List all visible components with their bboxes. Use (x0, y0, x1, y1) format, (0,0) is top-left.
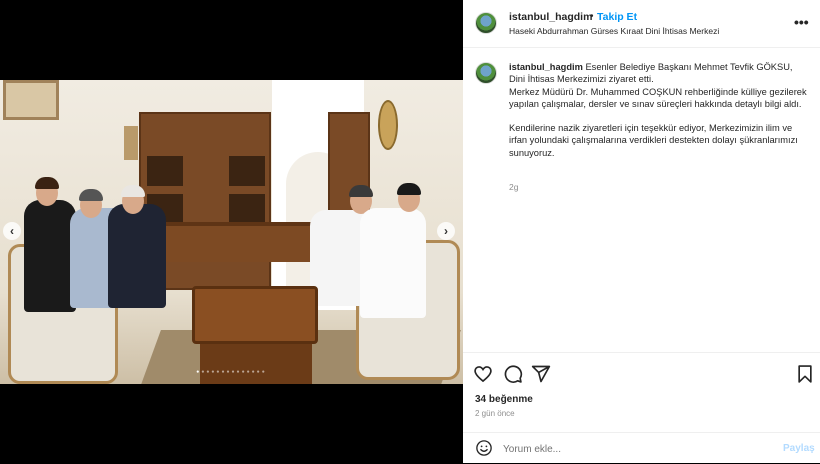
avatar[interactable] (475, 12, 497, 34)
post-actions: 34 beğenme 2 gün önce Paylaş (463, 352, 820, 463)
post-comment-button[interactable]: Paylaş (783, 443, 815, 454)
likes-count[interactable]: 34 beğenme (475, 394, 533, 405)
bookmark-icon[interactable] (795, 364, 815, 384)
caption-avatar[interactable] (475, 62, 497, 84)
post-date: 2 gün önce (475, 409, 515, 418)
emoji-icon[interactable] (475, 439, 493, 457)
photo-mirror (378, 100, 398, 150)
chevron-right-icon[interactable]: › (437, 222, 455, 240)
follow-button[interactable]: Takip Et (597, 11, 637, 23)
comment-bar: Paylaş (463, 432, 820, 464)
header-separator: • (590, 11, 594, 22)
photo-coffee-table (192, 286, 318, 344)
photo-table-base (200, 344, 312, 384)
post-sidebar: istanbul_hagdim • Takip Et Haseki Abdurr… (463, 0, 820, 463)
photo-person-1 (24, 200, 76, 312)
more-horizontal-icon[interactable]: ••• (794, 14, 809, 30)
header-username[interactable]: istanbul_hagdim (509, 11, 592, 23)
comment-input[interactable] (503, 439, 773, 459)
photo-wall-frame (3, 80, 59, 120)
caption-area: istanbul_hagdim Esenler Belediye Başkanı… (463, 48, 820, 352)
photo-person-5 (360, 208, 426, 318)
caption-line-2: Merkez Müdürü Dr. Muhammed COŞKUN rehber… (509, 86, 807, 109)
carousel-indicator: ●●●●●●●●●●●●●● (0, 369, 463, 375)
comment-icon[interactable] (503, 364, 523, 384)
post-location[interactable]: Haseki Abdurrahman Gürses Kıraat Dini İh… (509, 26, 719, 36)
post-media-pane: ‹ › ●●●●●●●●●●●●●● (0, 0, 463, 463)
photo-person-3 (108, 204, 166, 308)
heart-icon[interactable] (473, 364, 493, 384)
post-header: istanbul_hagdim • Takip Et Haseki Abdurr… (463, 0, 820, 48)
caption-username[interactable]: istanbul_hagdim (509, 62, 583, 72)
carousel-dot: ● (261, 369, 267, 375)
photo-wall-plaque (124, 126, 138, 160)
caption-age[interactable]: 2g (509, 182, 518, 192)
chevron-left-icon[interactable]: ‹ (3, 222, 21, 240)
share-icon[interactable] (531, 364, 551, 384)
post-photo[interactable]: ‹ › ●●●●●●●●●●●●●● (0, 80, 463, 384)
post-caption: istanbul_hagdim Esenler Belediye Başkanı… (509, 61, 809, 159)
caption-line-3: Kendilerine nazik ziyaretleri için teşek… (509, 123, 798, 158)
